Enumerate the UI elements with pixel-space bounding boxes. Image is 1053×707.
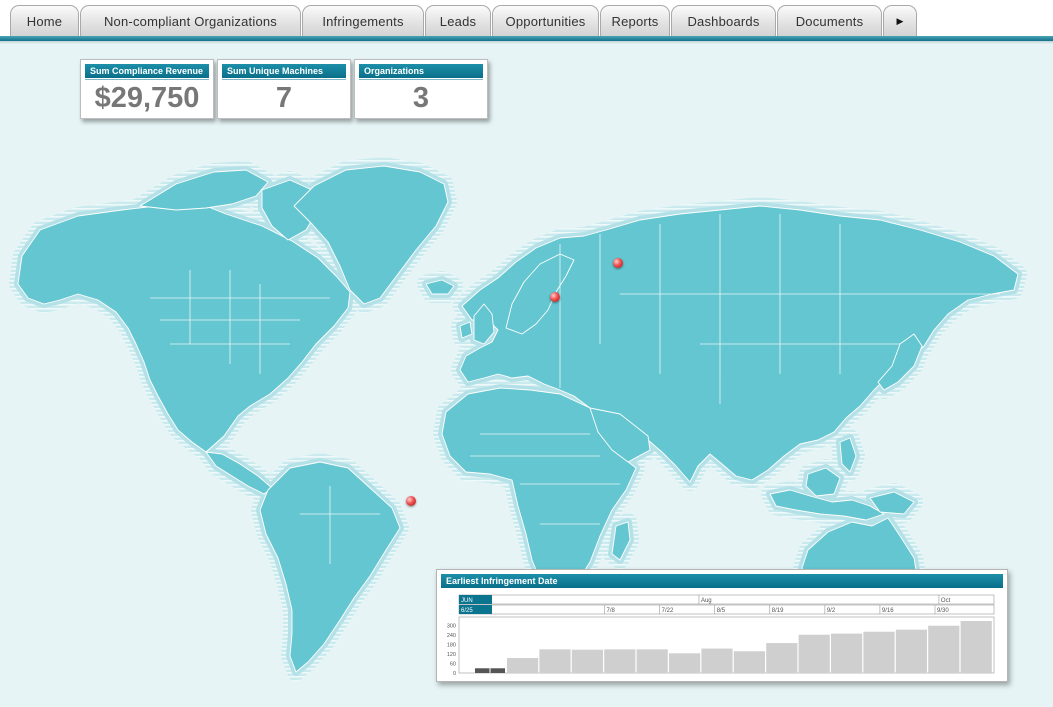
- top-navigation-bar: Home Non-compliant Organizations Infring…: [0, 0, 1053, 36]
- bar-9/2: [798, 634, 830, 673]
- bar-selected-6/25: [475, 668, 490, 673]
- tab-documents[interactable]: Documents: [777, 5, 882, 36]
- tab-home[interactable]: Home: [10, 5, 79, 36]
- y-tick-label: 60: [450, 662, 456, 668]
- bar-9/9: [831, 633, 863, 673]
- bar-7/22: [604, 649, 636, 673]
- week-label: 9/16: [882, 608, 894, 614]
- bar-8/26: [766, 643, 798, 673]
- y-tick-label: 300: [447, 624, 456, 630]
- month-row: [458, 594, 995, 605]
- bar-7/29: [636, 649, 668, 673]
- y-tick-label: 240: [447, 633, 456, 639]
- kpi-value: 7: [275, 82, 293, 114]
- bar-8/19: [733, 651, 765, 673]
- kpi-card-compliance-revenue: Sum Compliance Revenue $29,750: [80, 59, 214, 119]
- tab-non-compliant-organizations[interactable]: Non-compliant Organizations: [80, 5, 301, 36]
- kpi-value: 3: [412, 82, 430, 114]
- y-tick-label: 0: [453, 671, 456, 677]
- week-row: [458, 604, 995, 615]
- bar-7/8: [539, 649, 571, 673]
- earliest-infringement-date-panel: Earliest Infringement Date JUN Aug Oct 6/25…: [436, 569, 1008, 682]
- bar-9/23: [895, 629, 927, 673]
- week-label: 9/30: [937, 608, 949, 614]
- week-label: 9/2: [827, 608, 836, 614]
- tab-opportunities[interactable]: Opportunities: [492, 5, 599, 36]
- kpi-title: Sum Compliance Revenue: [85, 64, 209, 80]
- month-label-aug: Aug: [701, 598, 712, 604]
- kpi-card-unique-machines: Sum Unique Machines 7: [217, 59, 351, 119]
- tab-infringements[interactable]: Infringements: [302, 5, 424, 36]
- bar-10/7: [960, 621, 992, 673]
- bar-9/16: [863, 631, 895, 673]
- week-label: 7/8: [607, 608, 616, 614]
- bar-9/30: [928, 625, 960, 673]
- bar-8/5: [669, 653, 701, 673]
- bar-8/12: [701, 648, 733, 673]
- kpi-title: Organizations: [359, 64, 483, 80]
- tab-strip: Home Non-compliant Organizations Infring…: [10, 5, 918, 36]
- more-tabs-button[interactable]: ▶: [883, 5, 917, 36]
- bar-selected-6/25-b: [490, 668, 505, 673]
- map-marker-brazil[interactable]: [406, 495, 417, 506]
- tab-reports[interactable]: Reports: [600, 5, 670, 36]
- infringement-timeline-chart[interactable]: JUN Aug Oct 6/25 7/8 7/22 8/5 8/19 9/2 9/16 9/30 0 6…: [437, 570, 1007, 681]
- week-label: 7/22: [662, 608, 674, 614]
- month-label-oct: Oct: [941, 598, 951, 604]
- month-label-jun: JUN: [461, 598, 473, 604]
- kpi-title: Sum Unique Machines: [222, 64, 346, 80]
- y-tick-label: 120: [447, 652, 456, 658]
- tab-leads[interactable]: Leads: [425, 5, 491, 36]
- y-tick-label: 180: [447, 643, 456, 649]
- right-triangle-icon: ▶: [896, 15, 904, 26]
- bar-7/1: [507, 658, 539, 673]
- week-label: 8/19: [772, 608, 784, 614]
- tab-dashboards[interactable]: Dashboards: [671, 5, 776, 36]
- week-label: 8/5: [717, 608, 726, 614]
- kpi-card-organizations: Organizations 3: [354, 59, 488, 119]
- week-label: 6/25: [461, 608, 473, 614]
- kpi-value: $29,750: [94, 82, 200, 114]
- bar-7/15: [571, 649, 603, 673]
